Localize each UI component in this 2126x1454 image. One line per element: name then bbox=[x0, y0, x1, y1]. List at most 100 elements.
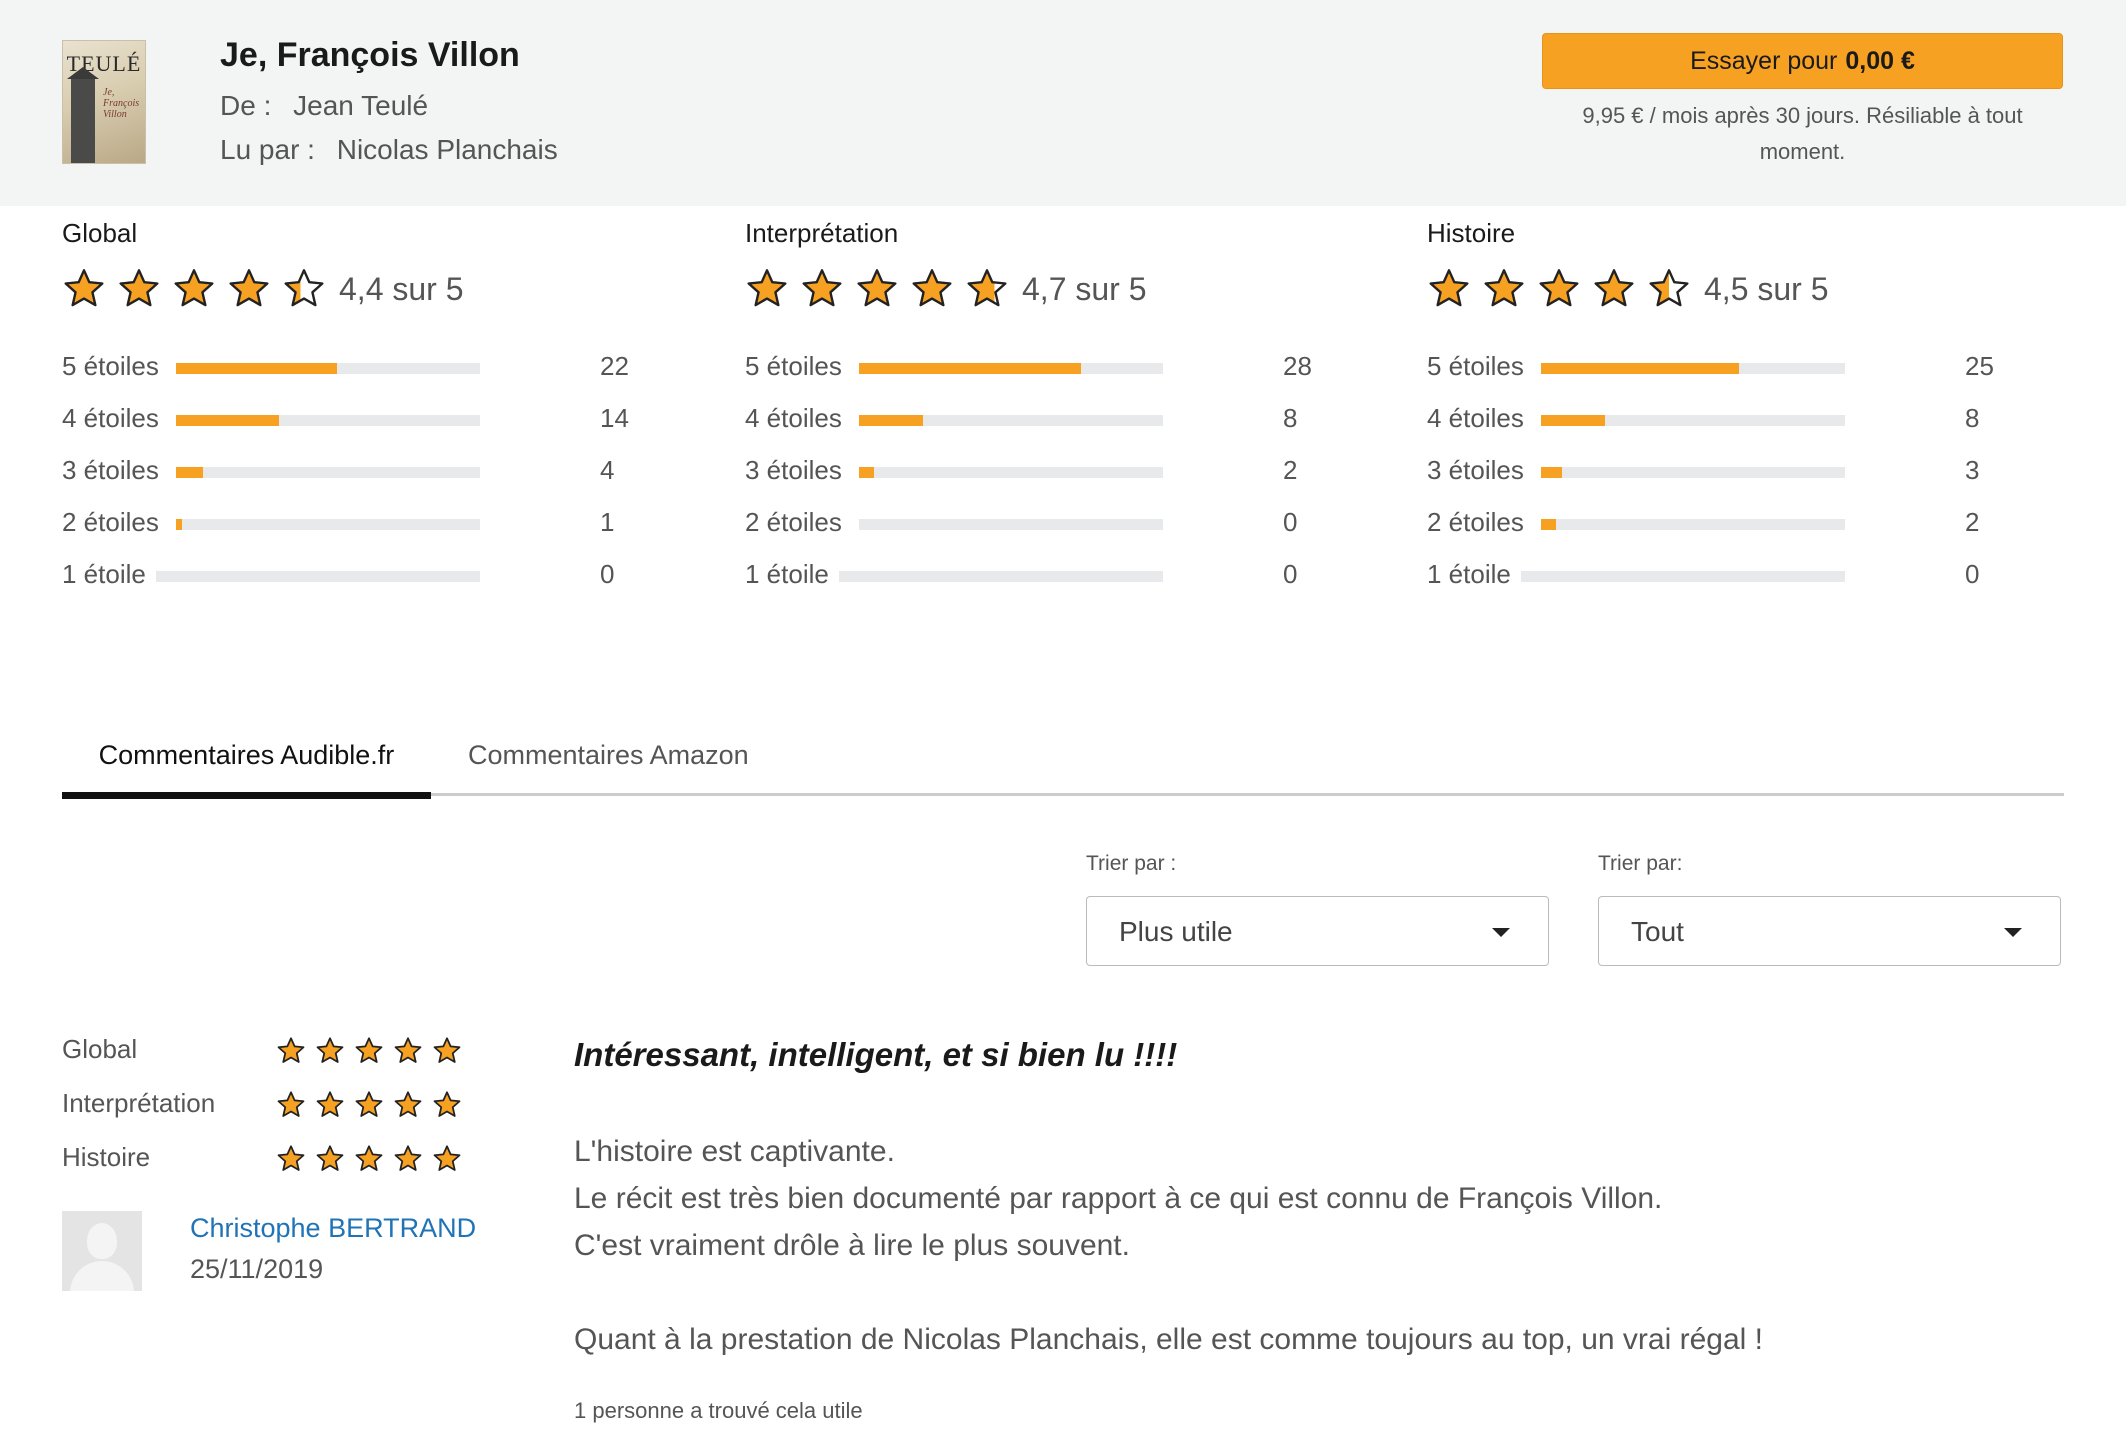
summary-score: 4,4 sur 5 bbox=[339, 270, 464, 307]
distribution-label: 4 étoiles bbox=[1427, 403, 1524, 433]
distribution-row[interactable]: 1 étoile 0 bbox=[62, 554, 662, 594]
review-rating-label: Global bbox=[62, 1034, 138, 1064]
star-icon bbox=[227, 267, 282, 311]
distribution-label: 5 étoiles bbox=[745, 351, 842, 381]
distribution-row[interactable]: 4 étoiles 8 bbox=[1427, 398, 2027, 438]
distribution-count: 0 bbox=[1283, 507, 1298, 537]
summary-stars: 4,5 sur 5 bbox=[1427, 266, 1829, 312]
review-paragraph bbox=[574, 1269, 2054, 1316]
distribution-bar bbox=[859, 467, 1163, 478]
try-free-button[interactable]: Essayer pour 0,00 € bbox=[1542, 33, 2063, 89]
star-icon bbox=[965, 267, 1020, 311]
distribution-row[interactable]: 5 étoiles 22 bbox=[62, 346, 662, 386]
subscription-note: 9,95 € / mois après 30 jours. Résiliable… bbox=[1582, 103, 2023, 164]
distribution-row[interactable]: 1 étoile 0 bbox=[1427, 554, 2027, 594]
avatar[interactable] bbox=[62, 1211, 142, 1291]
distribution-row[interactable]: 3 étoiles 4 bbox=[62, 450, 662, 490]
author-name: Jean Teulé bbox=[293, 90, 429, 121]
book-cover[interactable]: TEULÉ Je, François Villon bbox=[62, 40, 146, 164]
review-rating-stars bbox=[276, 1090, 471, 1120]
star-icon bbox=[315, 1090, 354, 1120]
distribution-bar bbox=[859, 519, 1163, 530]
distribution-row[interactable]: 2 étoiles 0 bbox=[745, 502, 1345, 542]
review-rating-stars bbox=[276, 1036, 471, 1066]
star-icon bbox=[354, 1090, 393, 1120]
summary-title: Global bbox=[62, 218, 138, 248]
cover-tower-illustration bbox=[67, 67, 99, 163]
distribution-label: 2 étoiles bbox=[745, 507, 842, 537]
distribution-bar bbox=[176, 363, 480, 374]
review-title: Intéressant, intelligent, et si bien lu … bbox=[574, 1036, 1178, 1073]
distribution-row[interactable]: 4 étoiles 14 bbox=[62, 398, 662, 438]
distribution-bar-fill bbox=[859, 415, 923, 426]
distribution-count: 8 bbox=[1965, 403, 1980, 433]
distribution-count: 4 bbox=[600, 455, 615, 485]
rating-summary-histoire: Histoire 4,5 sur 5 5 étoiles 25 4 étoiles 8 3 bbox=[1427, 218, 2027, 589]
summary-stars: 4,4 sur 5 bbox=[62, 266, 464, 312]
distribution-bar-fill bbox=[1541, 363, 1739, 374]
distribution-count: 0 bbox=[600, 559, 615, 589]
distribution-bar bbox=[176, 519, 480, 530]
distribution-bar bbox=[839, 571, 1163, 582]
review-tabs: Commentaires Audible.fr Commentaires Ama… bbox=[62, 720, 2064, 799]
avatar-head-shape bbox=[87, 1223, 117, 1259]
sort-label-relevance: Trier par : bbox=[1086, 852, 1177, 875]
distribution-bar-fill bbox=[176, 363, 338, 374]
distribution-row[interactable]: 3 étoiles 2 bbox=[745, 450, 1345, 490]
author-row: De : Jean Teulé bbox=[220, 90, 428, 122]
distribution-row[interactable]: 3 étoiles 3 bbox=[1427, 450, 2027, 490]
try-free-price: 0,00 € bbox=[1845, 46, 1915, 75]
distribution-count: 0 bbox=[1965, 559, 1980, 589]
star-icon bbox=[1537, 267, 1592, 311]
distribution-count: 22 bbox=[600, 351, 629, 381]
distribution-count: 28 bbox=[1283, 351, 1312, 381]
distribution-row[interactable]: 5 étoiles 25 bbox=[1427, 346, 2027, 386]
summary-title: Histoire bbox=[1427, 218, 1516, 248]
distribution-bar bbox=[1541, 415, 1845, 426]
reviewer-name-link[interactable]: Christophe BERTRAND bbox=[190, 1213, 476, 1244]
distribution-bar bbox=[1541, 467, 1845, 478]
star-icon bbox=[276, 1036, 315, 1066]
distribution-row[interactable]: 1 étoile 0 bbox=[745, 554, 1345, 594]
narrator-row: Lu par : Nicolas Planchais bbox=[220, 134, 558, 166]
distribution-bar bbox=[859, 415, 1163, 426]
sort-label-filter: Trier par: bbox=[1598, 852, 1683, 875]
star-icon bbox=[315, 1144, 354, 1174]
distribution-bar-fill bbox=[1541, 467, 1563, 478]
sort-relevance-select[interactable]: Plus utile bbox=[1086, 896, 1549, 966]
distribution-row[interactable]: 5 étoiles 28 bbox=[745, 346, 1345, 386]
distribution-row[interactable]: 2 étoiles 1 bbox=[62, 502, 662, 542]
try-free-label: Essayer pour bbox=[1690, 46, 1838, 75]
distribution-bar-fill bbox=[176, 415, 280, 426]
star-icon bbox=[432, 1090, 471, 1120]
review-paragraph: Quant à la prestation de Nicolas Plancha… bbox=[574, 1323, 1763, 1356]
review-paragraph: L'histoire est captivante. bbox=[574, 1135, 895, 1168]
star-icon bbox=[432, 1144, 471, 1174]
distribution-label: 1 étoile bbox=[1427, 559, 1511, 589]
star-icon bbox=[276, 1090, 315, 1120]
review-date: 25/11/2019 bbox=[190, 1254, 324, 1284]
distribution-count: 14 bbox=[600, 403, 629, 433]
star-icon bbox=[1647, 267, 1702, 311]
distribution-count: 3 bbox=[1965, 455, 1980, 485]
avatar-body-shape bbox=[70, 1261, 134, 1291]
tab-audible-reviews[interactable]: Commentaires Audible.fr bbox=[62, 730, 431, 799]
star-icon bbox=[432, 1036, 471, 1066]
distribution-bar bbox=[176, 415, 480, 426]
distribution-label: 1 étoile bbox=[745, 559, 829, 589]
distribution-row[interactable]: 2 étoiles 2 bbox=[1427, 502, 2027, 542]
distribution-bar-fill bbox=[1541, 519, 1557, 530]
distribution-bar bbox=[859, 363, 1163, 374]
review-body: L'histoire est captivante. Le récit est … bbox=[574, 1128, 2054, 1363]
distribution-label: 2 étoiles bbox=[1427, 507, 1524, 537]
star-icon bbox=[276, 1144, 315, 1174]
tab-amazon-reviews[interactable]: Commentaires Amazon bbox=[468, 730, 749, 780]
star-icon bbox=[62, 267, 117, 311]
review-rating-label: Interprétation bbox=[62, 1088, 216, 1118]
distribution-label: 3 étoiles bbox=[62, 455, 159, 485]
product-header: TEULÉ Je, François Villon Je, François V… bbox=[0, 0, 2126, 206]
sort-filter-select[interactable]: Tout bbox=[1598, 896, 2061, 966]
star-icon bbox=[1592, 267, 1647, 311]
distribution-label: 3 étoiles bbox=[1427, 455, 1524, 485]
distribution-row[interactable]: 4 étoiles 8 bbox=[745, 398, 1345, 438]
